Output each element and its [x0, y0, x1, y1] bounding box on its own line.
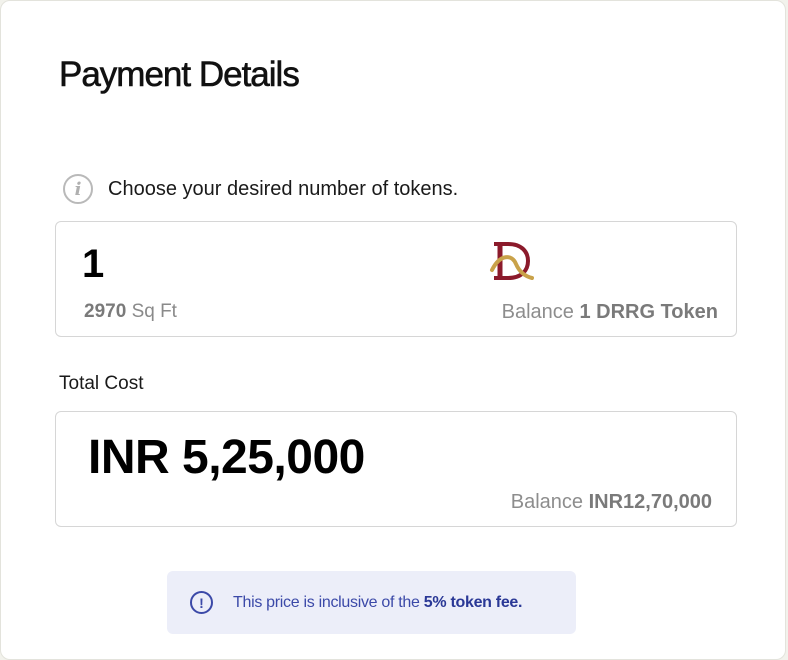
tokens-hint: i Choose your desired number of tokens.: [63, 174, 458, 204]
token-area: 2970 Sq Ft: [84, 301, 177, 323]
fee-notice-highlight: 5% token fee.: [423, 593, 523, 611]
fee-notice-body: This price is inclusive of the: [233, 593, 420, 611]
page-title: Payment Details: [59, 55, 300, 95]
token-balance-label: Balance: [501, 301, 574, 323]
info-icon: i: [63, 174, 93, 204]
drrg-logo-icon: [490, 242, 534, 280]
token-balance: Balance 1 DRRG Token: [502, 301, 718, 324]
inr-balance-label: Balance: [510, 491, 584, 513]
inr-balance: Balance INR12,70,000: [511, 491, 712, 514]
area-unit: Sq Ft: [131, 301, 177, 322]
inr-balance-value: INR12,70,000: [588, 491, 712, 513]
fee-notice: ! This price is inclusive of the 5% toke…: [167, 571, 576, 634]
payment-details-card: Payment Details i Choose your desired nu…: [0, 0, 786, 660]
total-cost-label: Total Cost: [59, 373, 144, 394]
token-quantity-field[interactable]: 1 2970 Sq Ft Balance 1 DRRG Token: [55, 221, 737, 337]
total-cost-field: INR 5,25,000 Balance INR12,70,000: [55, 411, 737, 527]
token-quantity-input[interactable]: 1: [82, 242, 104, 287]
area-value: 2970: [84, 301, 127, 322]
tokens-hint-text: Choose your desired number of tokens.: [108, 177, 459, 200]
fee-notice-text: This price is inclusive of the 5% token …: [233, 594, 522, 612]
token-balance-value: 1 DRRG Token: [579, 301, 718, 323]
alert-circle-icon: !: [190, 591, 213, 614]
total-cost-amount: INR 5,25,000: [88, 431, 365, 484]
